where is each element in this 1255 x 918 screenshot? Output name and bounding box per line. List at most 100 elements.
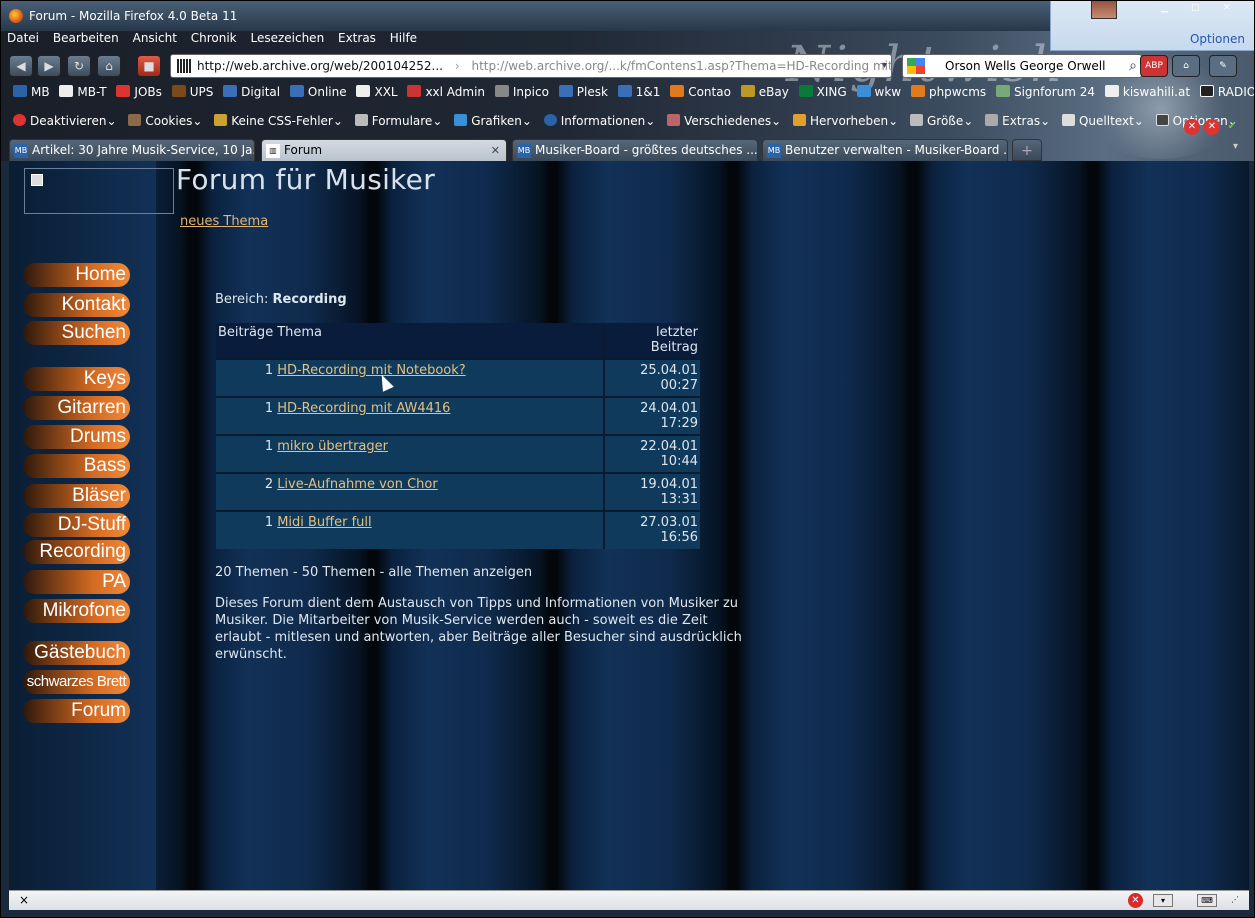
menu-datei[interactable]: Datei — [7, 31, 39, 45]
webdev-cookies[interactable]: Cookies⌄ — [128, 114, 202, 128]
close-find-icon[interactable]: × — [19, 893, 29, 907]
misc-icon — [667, 114, 681, 126]
webdev-hervorheben[interactable]: Hervorheben⌄ — [793, 114, 898, 128]
bookmark-signforum[interactable]: Signforum 24 — [995, 85, 1095, 99]
nav-keys[interactable]: Keys — [23, 367, 130, 391]
webdev-grafiken[interactable]: Grafiken⌄ — [454, 114, 532, 128]
options-link[interactable]: Optionen — [1190, 32, 1245, 46]
minimize-icon[interactable]: ▁ — [1161, 3, 1175, 13]
menu-bearbeiten[interactable]: Bearbeiten — [53, 31, 119, 45]
nav-schwarzes-brett[interactable]: schwarzes Brett — [23, 670, 130, 694]
error-icon[interactable]: ✕ — [1128, 893, 1143, 908]
menu-hilfe[interactable]: Hilfe — [390, 31, 417, 45]
nav-mikrofone[interactable]: Mikrofone — [23, 599, 130, 623]
webdev-quelltext[interactable]: Quelltext⌄ — [1061, 114, 1144, 128]
topic-link[interactable]: mikro übertrager — [277, 439, 388, 454]
menu-ansicht[interactable]: Ansicht — [133, 31, 177, 45]
nav-bass[interactable]: Bass — [23, 454, 130, 478]
bookmark-xing[interactable]: XING — [798, 85, 847, 99]
bookmark-radio-bob[interactable]: RADIO BOB — [1199, 85, 1254, 99]
reload-button[interactable]: ↻ — [67, 55, 91, 77]
tab-artikel[interactable]: MB Artikel: 30 Jahre Musik-Service, 10 J… — [9, 139, 255, 161]
nav-home[interactable]: Home — [23, 263, 130, 287]
error-icon[interactable]: ✕ — [1204, 119, 1220, 135]
menu-lesezeichen[interactable]: Lesezeichen — [250, 31, 324, 45]
home-icon[interactable]: ⌂ — [1172, 55, 1200, 77]
nav-kontakt[interactable]: Kontakt — [23, 293, 130, 317]
topic-link[interactable]: HD-Recording mit AW4416 — [277, 401, 450, 416]
keyboard-icon[interactable]: ⌨ — [1197, 894, 1217, 907]
resize-icon — [910, 114, 923, 126]
new-tab-button[interactable]: + — [1012, 139, 1042, 161]
error-icon[interactable]: ✕ — [1184, 119, 1200, 135]
tab-musiker-board[interactable]: MB Musiker-Board - größtes deutsches ... — [512, 139, 758, 161]
home-map-icon[interactable]: ⌂ — [97, 55, 121, 77]
bookmark-wkw[interactable]: wkw — [856, 85, 901, 99]
row-topic: Live-Aufnahme von Chor — [275, 472, 604, 511]
webdev-css[interactable]: Keine CSS-Fehler⌄ — [214, 114, 343, 128]
check-icon[interactable]: ✔ — [1224, 119, 1240, 135]
nav-drums[interactable]: Drums — [23, 425, 130, 449]
bookmark-contao[interactable]: Contao — [670, 85, 731, 99]
search-icon[interactable]: ⌕ — [1129, 55, 1137, 77]
maximize-icon[interactable]: □ — [1191, 3, 1205, 13]
nav-dj-stuff[interactable]: DJ-Stuff — [23, 513, 130, 537]
section-label: Bereich: Recording — [215, 292, 347, 307]
topic-link[interactable]: Live-Aufnahme von Chor — [277, 477, 438, 492]
back-button[interactable]: ◀ — [9, 55, 33, 77]
nav-blaeser[interactable]: Bläser — [23, 484, 130, 508]
webdev-verschiedenes[interactable]: Verschiedenes⌄ — [667, 114, 781, 128]
nav-pa[interactable]: PA — [23, 570, 130, 594]
bookmark-digital[interactable]: Digital — [223, 85, 280, 99]
nav-suchen[interactable]: Suchen — [23, 321, 130, 345]
close-icon[interactable]: ✕ — [1223, 3, 1237, 13]
bookmark-kiswahili[interactable]: kiswahili.at — [1104, 85, 1190, 99]
bookmark-xxl-admin[interactable]: xxl Admin — [407, 85, 485, 99]
nav-gaestebuch[interactable]: Gästebuch — [23, 641, 130, 665]
bookmark-ebay[interactable]: eBay — [740, 85, 789, 99]
bookmark-online[interactable]: Online — [289, 85, 347, 99]
webdev-deaktivieren[interactable]: Deaktivieren⌄ — [13, 114, 117, 128]
forum-description: Dieses Forum dient dem Austausch von Tip… — [215, 596, 742, 662]
site-icon: ▥ — [266, 144, 280, 158]
webdev-extras[interactable]: Extras⌄ — [985, 114, 1050, 128]
tab-benutzer[interactable]: MB Benutzer verwalten - Musiker-Board ..… — [762, 139, 1008, 161]
topic-link[interactable]: Midi Buffer full — [277, 515, 371, 530]
bookmark-plesk[interactable]: Plesk — [558, 85, 608, 99]
webdev-informationen[interactable]: Informationen⌄ — [543, 114, 655, 128]
bookmark-inpico[interactable]: Inpico — [494, 85, 549, 99]
menu-chronik[interactable]: Chronik — [191, 31, 237, 45]
row-last-post: 24.04.01 17:29 — [603, 396, 700, 435]
bookmark-ups[interactable]: UPS — [171, 85, 213, 99]
bookmark-1und1[interactable]: 1&1 — [617, 85, 660, 99]
topic-count-links[interactable]: 20 Themen - 50 Themen - alle Themen anze… — [215, 565, 532, 580]
tab-forum[interactable]: ▥ Forum ✕ — [261, 139, 507, 161]
bookmark-mb-t[interactable]: MB-T — [59, 85, 107, 99]
tab-list-icon[interactable]: ▾ — [1233, 141, 1238, 152]
adblock-icon[interactable]: ABP — [1140, 55, 1168, 77]
topic-link[interactable]: HD-Recording mit Notebook? — [277, 363, 466, 378]
webdev-formulare[interactable]: Formulare⌄ — [354, 114, 442, 128]
webdev-groesse[interactable]: Größe⌄ — [910, 114, 973, 128]
bookmark-xxl[interactable]: XXL — [356, 85, 398, 99]
search-input[interactable]: Orson Wells George Orwell ⌕ — [902, 54, 1142, 78]
close-tab-icon[interactable]: ✕ — [491, 140, 500, 161]
new-topic-link[interactable]: neues Thema — [180, 214, 268, 229]
nav-gitarren[interactable]: Gitarren — [23, 396, 130, 420]
resize-grip-icon[interactable]: ⋰ — [1225, 894, 1245, 907]
url-dropdown-icon[interactable]: ▾ — [882, 55, 887, 77]
nav-recording[interactable]: Recording — [23, 540, 130, 564]
menu-extras[interactable]: Extras — [338, 31, 376, 45]
addon-icon[interactable]: ✎ — [1209, 55, 1237, 77]
bookmark-phpwcms[interactable]: phpwcms — [910, 85, 986, 99]
addon-bar-icon[interactable]: ▾ — [1153, 894, 1173, 907]
google-icon[interactable] — [907, 58, 925, 74]
source-icon — [1061, 114, 1075, 126]
bookmark-jobs[interactable]: JOBs — [116, 85, 162, 99]
url-bar[interactable]: http://web.archive.org/web/200104252... … — [170, 54, 892, 78]
forward-button[interactable]: ▶ — [37, 55, 61, 77]
avatar — [1091, 1, 1117, 19]
nav-forum[interactable]: Forum — [23, 699, 130, 723]
stop-button[interactable]: ■ — [137, 55, 161, 77]
bookmark-mb[interactable]: MB — [13, 85, 50, 99]
